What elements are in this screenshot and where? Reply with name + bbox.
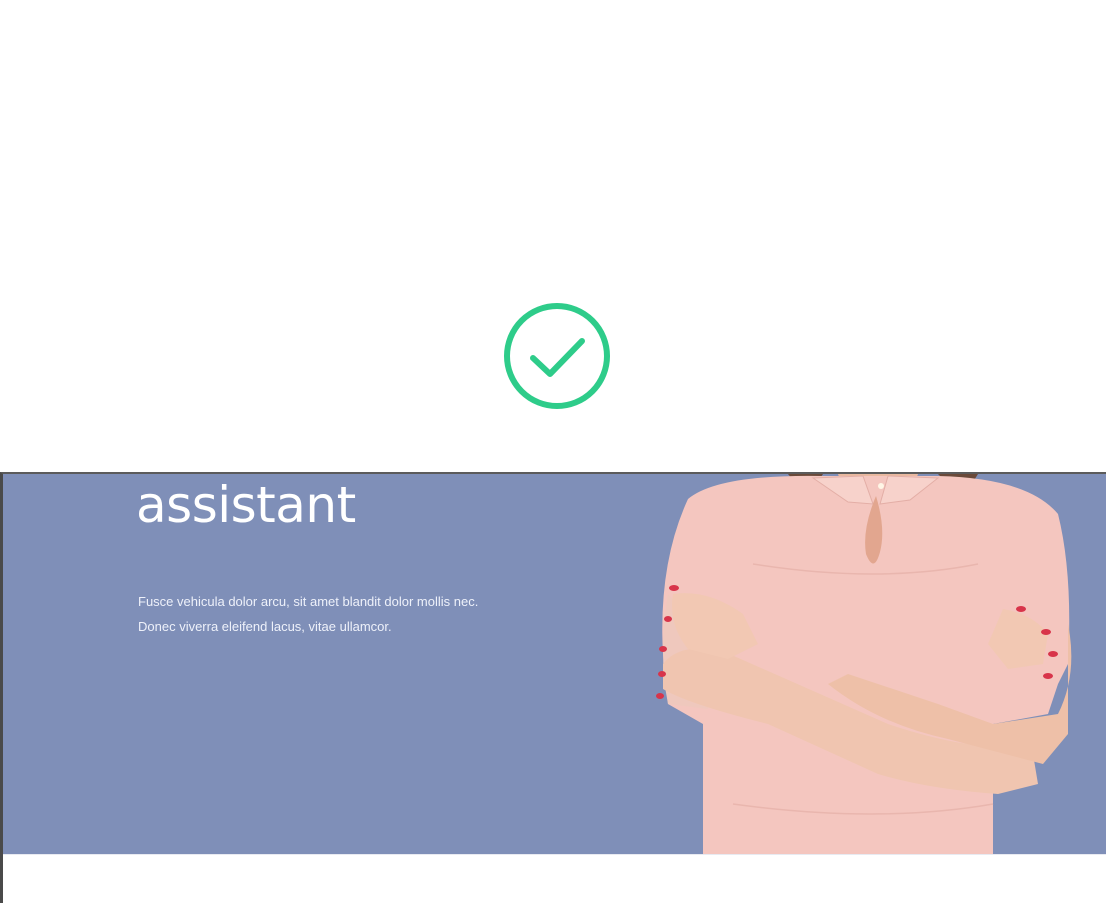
hero-banner: assistant Fusce vehicula dolor arcu, sit… xyxy=(3,474,1106,854)
website-preview: assistant Fusce vehicula dolor arcu, sit… xyxy=(0,472,1106,903)
below-hero-section xyxy=(3,854,1106,903)
hero-description: Fusce vehicula dolor arcu, sit amet blan… xyxy=(138,589,578,639)
woman-crossed-arms-photo xyxy=(648,474,1088,854)
page: assistant Fusce vehicula dolor arcu, sit… xyxy=(0,0,1106,903)
hero-description-line: Fusce vehicula dolor arcu, sit amet blan… xyxy=(138,594,479,609)
hero-title: assistant xyxy=(136,474,356,536)
hero-description-line: Donec viverra eleifend lacus, vitae ulla… xyxy=(138,619,392,634)
hero-title-line: assistant xyxy=(136,476,356,534)
check-circle-icon xyxy=(502,301,612,411)
